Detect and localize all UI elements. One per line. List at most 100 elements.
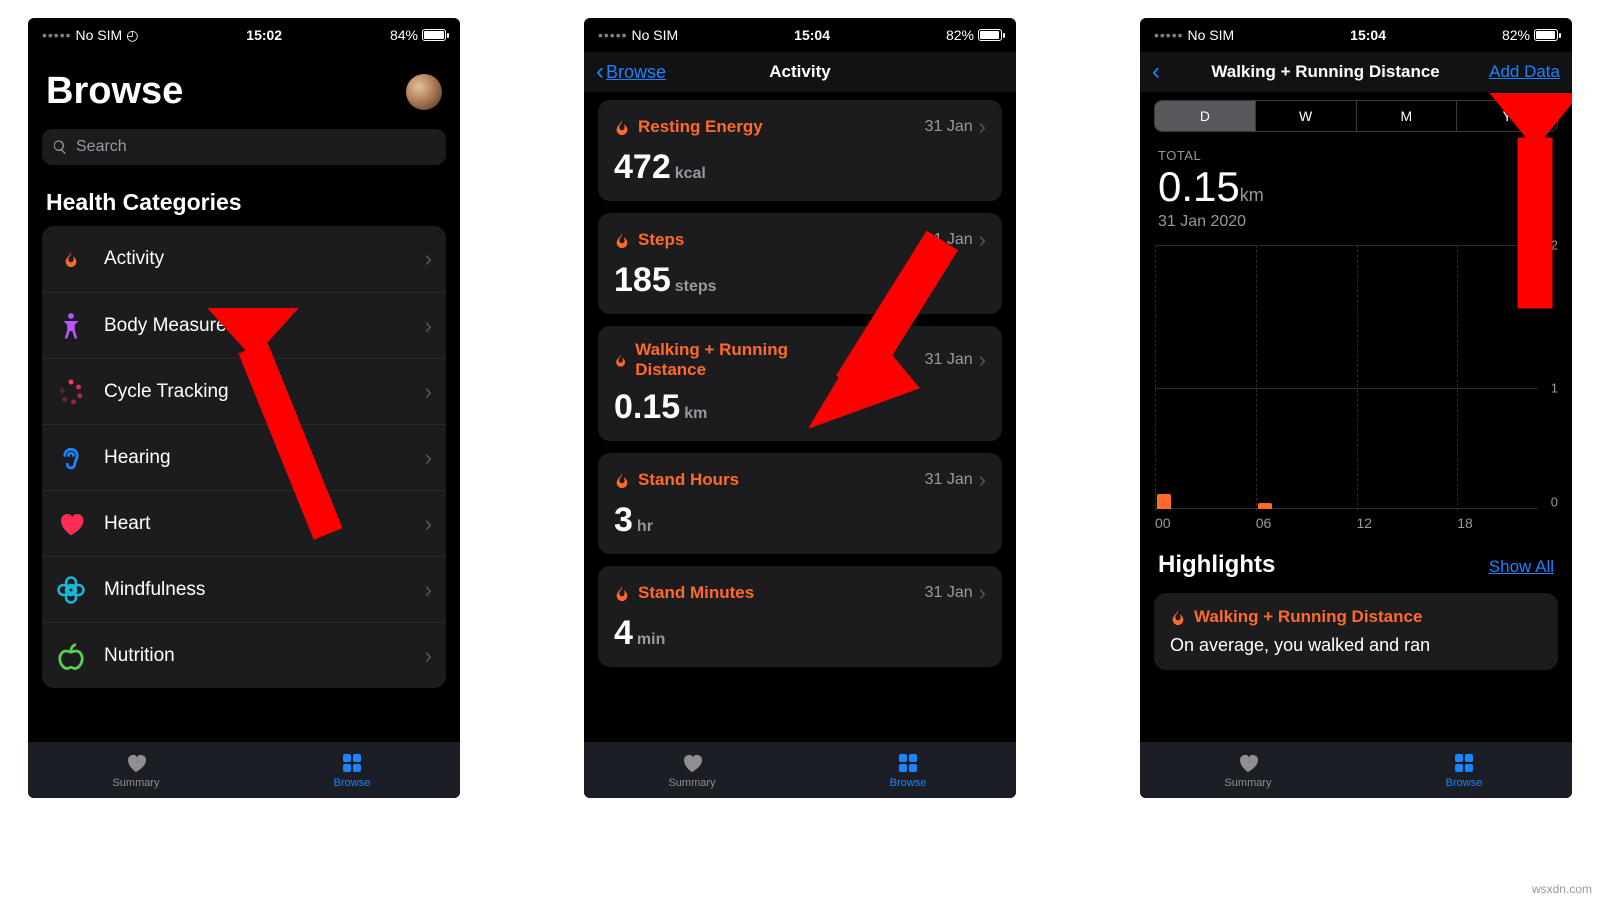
card-value: 3: [614, 501, 633, 539]
card-title: Stand Hours: [638, 470, 739, 490]
chart-bar: [1157, 494, 1171, 509]
heart-icon: [1236, 751, 1260, 775]
phone-activity: •••••No SIM 15:04 82% ‹Browse Activity R…: [584, 18, 1016, 798]
tab-browse[interactable]: Browse: [244, 742, 460, 798]
body-icon: [56, 311, 86, 341]
x-tick: 06: [1256, 515, 1272, 531]
sim-label: No SIM: [76, 27, 123, 43]
chevron-icon: ›: [979, 580, 986, 606]
card-unit: kcal: [675, 165, 706, 182]
grid-icon: [1452, 751, 1476, 775]
category-nutrition[interactable]: Nutrition ›: [42, 622, 446, 688]
flame-icon: [614, 584, 630, 602]
ear-icon: [56, 443, 86, 473]
status-bar: •••••No SIM 15:04 82%: [584, 18, 1016, 52]
chevron-icon: ›: [425, 379, 432, 405]
tab-browse[interactable]: Browse: [1356, 742, 1572, 798]
tab-label: Browse: [890, 777, 927, 789]
grid-icon: [340, 751, 364, 775]
tab-bar: Summary Browse: [1140, 742, 1572, 798]
card-unit: hr: [637, 518, 653, 535]
chevron-icon: ›: [425, 643, 432, 669]
search-icon: [52, 139, 68, 155]
chart-bar: [1258, 503, 1272, 509]
card-title: Resting Energy: [638, 117, 763, 137]
card-value: 0.15: [614, 388, 680, 426]
phone-browse: •••••No SIM ◴ 15:02 84% Browse Search He…: [28, 18, 460, 798]
status-bar: •••••No SIM 15:04 82%: [1140, 18, 1572, 52]
battery-icon: [422, 29, 446, 41]
tab-summary[interactable]: Summary: [28, 742, 244, 798]
wifi-icon: ◴: [126, 27, 138, 44]
card-resting-energy[interactable]: Resting Energy 31 Jan › 472kcal: [598, 100, 1002, 201]
battery-pct: 82%: [946, 27, 974, 43]
clock: 15:04: [794, 27, 830, 43]
search-placeholder: Search: [76, 138, 127, 156]
card-title: Steps: [638, 230, 684, 250]
chevron-icon: ›: [425, 577, 432, 603]
tab-label: Summary: [1224, 777, 1271, 789]
segment-week[interactable]: W: [1255, 101, 1356, 131]
card-date: 31 Jan: [925, 584, 973, 602]
show-all-button[interactable]: Show All: [1489, 557, 1554, 577]
heart-icon: [124, 751, 148, 775]
flame-icon: [614, 351, 627, 369]
total-value: 0.15: [1158, 163, 1240, 210]
segment-day[interactable]: D: [1155, 101, 1255, 131]
card-date: 31 Jan: [925, 118, 973, 136]
tab-browse[interactable]: Browse: [800, 742, 1016, 798]
tab-label: Summary: [112, 777, 159, 789]
card-stand-hours[interactable]: Stand Hours31 Jan› 3hr: [598, 453, 1002, 554]
avatar[interactable]: [406, 74, 442, 110]
x-tick: 12: [1357, 515, 1373, 531]
navbar: ‹ Walking + Running Distance Add Data: [1140, 52, 1572, 92]
card-value: 472: [614, 148, 671, 186]
total-unit: km: [1240, 185, 1264, 205]
segment-month[interactable]: M: [1356, 101, 1457, 131]
chevron-icon: ›: [979, 114, 986, 140]
cycle-icon: [56, 377, 86, 407]
flame-icon: [614, 118, 630, 136]
tab-label: Browse: [334, 777, 371, 789]
y-tick: 0: [1551, 495, 1558, 510]
mindfulness-icon: [56, 575, 86, 605]
phone-detail: •••••No SIM 15:04 82% ‹ Walking + Runnin…: [1140, 18, 1572, 798]
back-label: Browse: [606, 62, 666, 83]
add-data-button[interactable]: Add Data: [1489, 62, 1560, 82]
card-date: 31 Jan: [925, 471, 973, 489]
annotation-arrow: [809, 228, 1009, 448]
highlight-desc: On average, you walked and ran: [1170, 635, 1542, 656]
sim-label: No SIM: [1188, 27, 1235, 43]
back-button[interactable]: ‹Browse: [596, 58, 666, 86]
battery-icon: [1534, 29, 1558, 41]
watermark: wsxdn.com: [1532, 882, 1592, 896]
heart-icon: [56, 509, 86, 539]
tab-summary[interactable]: Summary: [584, 742, 800, 798]
tab-summary[interactable]: Summary: [1140, 742, 1356, 798]
card-value: 185: [614, 261, 671, 299]
card-title: Walking + Running Distance: [635, 340, 824, 380]
search-input[interactable]: Search: [42, 129, 446, 165]
category-activity[interactable]: Activity ›: [42, 226, 446, 292]
tab-label: Browse: [1446, 777, 1483, 789]
tab-bar: Summary Browse: [584, 742, 1016, 798]
category-label: Nutrition: [104, 645, 407, 667]
sim-label: No SIM: [632, 27, 679, 43]
clock: 15:02: [246, 27, 282, 43]
chevron-left-icon: ‹: [1152, 58, 1160, 86]
annotation-arrow: [178, 308, 408, 568]
chevron-icon: ›: [425, 313, 432, 339]
card-title: Stand Minutes: [638, 583, 754, 603]
x-tick: 00: [1155, 515, 1171, 531]
battery-pct: 84%: [390, 27, 418, 43]
highlight-card[interactable]: Walking + Running Distance On average, y…: [1154, 593, 1558, 670]
back-button[interactable]: ‹: [1152, 58, 1162, 86]
flame-icon: [1170, 608, 1186, 626]
nav-title: Walking + Running Distance: [1211, 62, 1439, 82]
section-title: Health Categories: [28, 183, 460, 226]
category-label: Mindfulness: [104, 579, 407, 601]
status-bar: •••••No SIM ◴ 15:02 84%: [28, 18, 460, 52]
clock: 15:04: [1350, 27, 1386, 43]
card-unit: min: [637, 631, 665, 648]
card-stand-minutes[interactable]: Stand Minutes31 Jan› 4min: [598, 566, 1002, 667]
